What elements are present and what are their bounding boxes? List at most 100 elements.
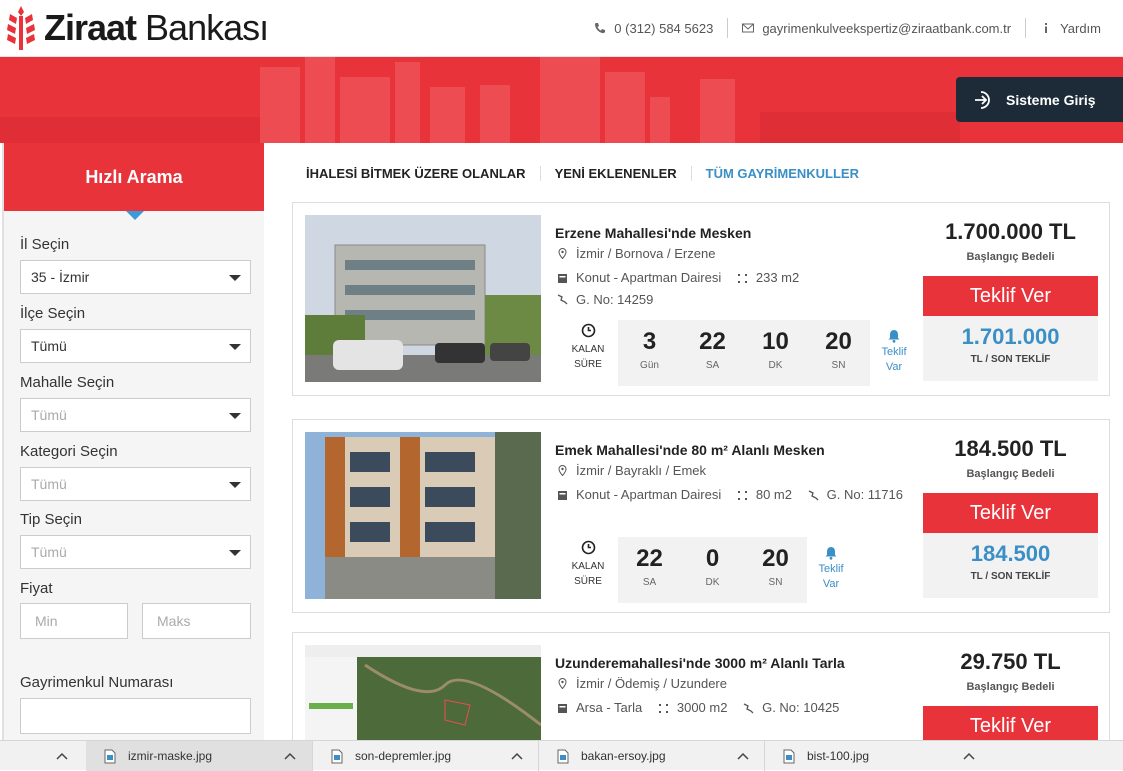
area-icon <box>737 273 747 283</box>
chevron-up-icon[interactable] <box>284 752 296 760</box>
map-pin-icon <box>558 678 567 689</box>
top-header: Ziraat Bankası 0 (312) 584 5623 gayrimen… <box>0 0 1123 57</box>
countdown-timer: 3 Gün 22 SA 10 DK 20 SN <box>618 320 870 386</box>
last-bid-box: 1.701.000 TL / SON TEKLİF <box>923 316 1098 381</box>
mahalle-select[interactable]: Tümü <box>20 398 251 432</box>
tip-select[interactable]: Tümü <box>20 535 251 569</box>
timer-cell: 20 SN <box>825 328 852 371</box>
kategori-select[interactable]: Tümü <box>20 467 251 501</box>
listing-tabs: İHALESİ BİTMEK ÜZERE OLANLAR YENİ EKLENE… <box>292 160 873 186</box>
timer-cell: 20 SN <box>762 545 789 588</box>
start-price: 1.700.000 TL Başlangıç Bedeli <box>945 219 1076 263</box>
phone-link[interactable]: 0 (312) 584 5623 <box>580 18 727 38</box>
area-icon <box>658 703 668 713</box>
tab-ending-soon[interactable]: İHALESİ BİTMEK ÜZERE OLANLAR <box>292 166 540 181</box>
file-icon <box>783 749 795 763</box>
parcel-icon <box>808 489 819 500</box>
chevron-down-icon <box>229 482 241 488</box>
timer-cell: 0 DK <box>705 545 720 588</box>
tab-newly-added[interactable]: YENİ EKLENENLER <box>539 165 691 181</box>
email-link[interactable]: gayrimenkulveekspertiz@ziraatbank.com.tr <box>727 18 1025 38</box>
file-icon <box>104 749 116 763</box>
file-icon <box>557 749 569 763</box>
has-bid-indicator: Teklif Var <box>811 546 851 592</box>
city-skyline-graphic <box>0 57 960 143</box>
timer-cell: 10 DK <box>762 328 789 371</box>
download-item[interactable]: izmir-maske.jpg <box>86 741 312 771</box>
building-icon <box>558 490 567 500</box>
place-bid-button[interactable]: Teklif Ver <box>923 276 1098 316</box>
map-pin-icon <box>558 465 567 476</box>
login-button[interactable]: Sisteme Giriş <box>956 77 1123 122</box>
ilce-select[interactable]: Tümü <box>20 329 251 363</box>
download-item[interactable]: son-depremler.jpg <box>312 741 538 771</box>
bell-icon <box>825 547 837 560</box>
min-price-input[interactable]: Min <box>20 603 128 639</box>
area-icon <box>737 490 747 500</box>
building-photo <box>305 215 541 382</box>
countdown-timer: 22 SA 0 DK 20 SN <box>618 537 807 603</box>
listing-location: İzmir / Bayraklı / Emek <box>557 463 706 478</box>
listing-location: İzmir / Bornova / Erzene <box>557 246 715 261</box>
downloads-bar: izmir-maske.jpg son-depremler.jpg bakan-… <box>0 740 1123 771</box>
listing-meta: Arsa - Tarla 3000 m2 G. No: 10425 <box>557 698 887 720</box>
listing-photo[interactable] <box>305 645 541 753</box>
listing-title[interactable]: Uzunderemahallesi'nde 3000 m² Alanlı Tar… <box>555 655 845 671</box>
clock-icon <box>581 540 595 555</box>
listing-photo[interactable] <box>305 215 541 382</box>
parcel-icon <box>743 702 754 713</box>
chevron-down-icon <box>229 550 241 556</box>
download-item[interactable]: bakan-ersoy.jpg <box>538 741 764 771</box>
listing-card[interactable]: Emek Mahallesi'nde 80 m² Alanlı Mesken İ… <box>292 419 1110 613</box>
has-bid-indicator: Teklif Var <box>874 329 914 375</box>
file-icon <box>331 749 343 763</box>
listing-meta: Konut - Apartman Dairesi 233 m2 G. No: 1… <box>557 268 887 311</box>
parcel-icon <box>557 294 568 305</box>
remaining-time-label: KALAN SÜRE <box>563 323 613 372</box>
place-bid-button[interactable]: Teklif Ver <box>923 493 1098 533</box>
start-price: 184.500 TL Başlangıç Bedeli <box>954 436 1067 480</box>
download-item[interactable]: bist-100.jpg <box>764 741 990 771</box>
chevron-down-icon <box>229 344 241 350</box>
ilce-label: İlçe Seçin <box>20 305 86 322</box>
listing-card[interactable]: Uzunderemahallesi'nde 3000 m² Alanlı Tar… <box>292 632 1110 753</box>
listing-title[interactable]: Erzene Mahallesi'nde Mesken <box>555 225 751 241</box>
chevron-up-icon[interactable] <box>737 752 749 760</box>
chevron-up-icon[interactable] <box>963 752 975 760</box>
brand-name: Ziraat Bankası <box>44 7 269 48</box>
gno-input[interactable] <box>20 698 251 734</box>
chevron-up-icon[interactable] <box>511 752 523 760</box>
il-select[interactable]: 35 - İzmir <box>20 260 251 294</box>
chevron-down-icon <box>229 275 241 281</box>
chevron-up-icon[interactable] <box>56 752 68 760</box>
help-link[interactable]: Yardım <box>1025 18 1115 38</box>
timer-cell: 3 Gün <box>640 328 659 371</box>
info-icon <box>1045 23 1048 33</box>
listing-location: İzmir / Ödemiş / Uzundere <box>557 676 727 691</box>
ziraat-logo[interactable]: Ziraat Bankası <box>4 4 269 52</box>
quick-search-panel: Hızlı Arama İl Seçin 35 - İzmir İlçe Seç… <box>2 143 264 743</box>
max-price-input[interactable]: Maks <box>142 603 251 639</box>
building-icon <box>558 273 567 283</box>
listing-meta: Konut - Apartman Dairesi 80 m2 G. No: 11… <box>557 485 917 507</box>
remaining-time-label: KALAN SÜRE <box>563 540 613 589</box>
listing-card[interactable]: Erzene Mahallesi'nde Mesken İzmir / Born… <box>292 202 1110 396</box>
quick-search-title: Hızlı Arama <box>4 143 264 220</box>
building-photo <box>305 432 541 599</box>
tab-all-properties[interactable]: TÜM GAYRİMENKULLER <box>690 165 873 181</box>
map-screenshot-photo <box>305 645 541 753</box>
chevron-down-icon <box>229 413 241 419</box>
timer-cell: 22 SA <box>699 328 726 371</box>
fiyat-label: Fiyat <box>20 580 53 597</box>
tip-label: Tip Seçin <box>20 511 82 528</box>
last-bid-box: 184.500 TL / SON TEKLİF <box>923 533 1098 598</box>
kategori-label: Kategori Seçin <box>20 443 118 460</box>
login-icon <box>975 90 990 109</box>
listing-photo[interactable] <box>305 432 541 599</box>
listing-title[interactable]: Emek Mahallesi'nde 80 m² Alanlı Mesken <box>555 442 825 458</box>
contact-bar: 0 (312) 584 5623 gayrimenkulveekspertiz@… <box>580 18 1115 38</box>
map-pin-icon <box>558 248 567 259</box>
mail-icon <box>742 23 755 33</box>
mahalle-label: Mahalle Seçin <box>20 374 115 391</box>
hero-banner: Sisteme Giriş <box>0 57 1123 143</box>
